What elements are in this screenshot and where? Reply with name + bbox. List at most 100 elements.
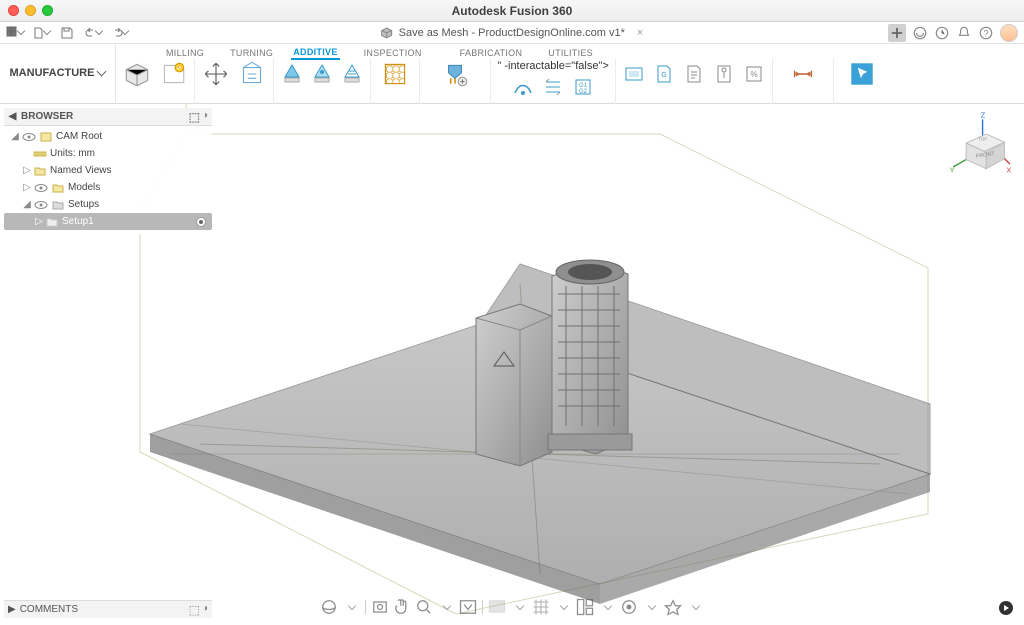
twisty-icon[interactable]: ◢ (22, 199, 32, 210)
extensions-icon[interactable] (912, 25, 928, 41)
simulate-icon[interactable] (541, 75, 565, 99)
redo-button[interactable] (106, 23, 132, 43)
post-process-icon[interactable]: G1G2 (571, 75, 595, 99)
twisty-icon[interactable]: ◢ (10, 131, 20, 142)
grid-menu[interactable] (553, 597, 573, 617)
save-button[interactable] (54, 23, 80, 43)
browser-options-icon[interactable]: ⬚ (189, 110, 200, 124)
timeline-toggle-icon[interactable] (998, 600, 1014, 616)
comments-title: COMMENTS (20, 604, 78, 615)
tree-units[interactable]: Units: mm (4, 145, 212, 162)
tree-setup1[interactable]: ▷ Setup1 (4, 213, 212, 230)
workspace-switcher[interactable]: MANUFACTURE (0, 44, 116, 102)
print-setting-2-icon[interactable] (310, 62, 334, 86)
inspect-icon[interactable] (788, 60, 818, 88)
visibility-icon[interactable] (34, 198, 48, 212)
document-cube-icon (381, 27, 393, 39)
manage-percent-icon[interactable]: % (742, 62, 766, 86)
move-icon[interactable] (201, 60, 231, 88)
active-setup-radio[interactable] (196, 217, 206, 227)
tree-units-label: Units: mm (50, 148, 95, 159)
tree-setup1-label: Setup1 (62, 216, 94, 227)
tree-root[interactable]: ◢ CAM Root (4, 128, 212, 145)
tree-models-label: Models (68, 182, 100, 193)
navigation-bar (313, 596, 711, 618)
notifications-icon[interactable] (956, 25, 972, 41)
twisty-icon[interactable]: ▷ (22, 165, 32, 176)
mac-titlebar: Autodesk Fusion 360 (0, 0, 1024, 22)
fit-icon[interactable] (458, 597, 478, 617)
object-visibility-icon[interactable] (663, 597, 683, 617)
generate-icon[interactable] (511, 75, 535, 99)
user-avatar[interactable] (1000, 24, 1018, 42)
axis-x-label: X (1006, 165, 1011, 174)
help-icon[interactable]: ? (978, 25, 994, 41)
job-status-icon[interactable] (934, 25, 950, 41)
setup-sheet-icon[interactable] (158, 60, 188, 88)
tree-root-label: CAM Root (56, 131, 102, 142)
display-settings-icon[interactable] (487, 597, 507, 617)
browser-panel: ◀ BROWSER ⬚ ◑ ◢ CAM Root Units: mm ▷ (4, 108, 212, 234)
zoom-menu[interactable] (436, 597, 456, 617)
quick-access-toolbar: Save as Mesh - ProductDesignOnline.com v… (0, 22, 1024, 44)
app-menu-button[interactable] (2, 23, 28, 43)
manage-tools-icon[interactable] (682, 62, 706, 86)
viewport[interactable]: ◀ BROWSER ⬚ ◑ ◢ CAM Root Units: mm ▷ (0, 104, 1024, 622)
comments-pin-icon[interactable]: ◑ (202, 603, 208, 617)
document-tab-close-icon[interactable]: × (637, 27, 643, 39)
tree-named-views-label: Named Views (50, 165, 112, 176)
tree-named-views[interactable]: ▷ Named Views (4, 162, 212, 179)
viewcube-top-label: TOP (978, 136, 987, 141)
axis-z-label: Z (981, 110, 986, 119)
tree-setups[interactable]: ◢ Setups (4, 196, 212, 213)
browser-header[interactable]: ◀ BROWSER ⬚ ◑ (4, 108, 212, 126)
twisty-icon[interactable]: ▷ (34, 216, 44, 227)
svg-text:?: ? (983, 28, 988, 38)
manage-1-icon[interactable] (622, 62, 646, 86)
grid-settings-icon[interactable] (531, 597, 551, 617)
object-visibility-menu[interactable] (685, 597, 705, 617)
folder-icon (33, 164, 47, 178)
twisty-icon[interactable]: ▷ (22, 182, 32, 193)
display-menu[interactable] (509, 597, 529, 617)
browser-collapse-icon[interactable]: ◀ (8, 112, 17, 121)
manage-task-icon[interactable] (712, 62, 736, 86)
visibility-icon[interactable] (34, 181, 48, 195)
pan-icon[interactable] (392, 597, 412, 617)
comments-expand-icon[interactable]: ▶ (8, 604, 16, 615)
workspace-switcher-label: MANUFACTURE (10, 67, 95, 79)
axis-y-label: Y (950, 165, 955, 174)
orbit-menu[interactable] (341, 597, 361, 617)
orbit-icon[interactable] (319, 597, 339, 617)
folder-icon (51, 198, 65, 212)
document-tab[interactable]: Save as Mesh - ProductDesignOnline.com v… (381, 27, 644, 39)
file-menu-button[interactable] (28, 23, 54, 43)
svg-text:%: % (750, 70, 757, 79)
browser-pin-icon[interactable]: ◑ (202, 110, 208, 124)
select-icon[interactable] (847, 60, 877, 88)
zoom-icon[interactable] (414, 597, 434, 617)
manage-nc-icon[interactable]: G (652, 62, 676, 86)
print-setting-3-icon[interactable] (340, 62, 364, 86)
print-setting-1-icon[interactable] (280, 62, 304, 86)
look-at-icon[interactable] (370, 597, 390, 617)
window-title: Autodesk Fusion 360 (0, 4, 1024, 18)
viewcube[interactable]: Z FRONT TOP Y X (946, 112, 1010, 176)
supports-icon[interactable] (440, 60, 470, 88)
effects-menu[interactable] (641, 597, 661, 617)
comments-panel[interactable]: ▶ COMMENTS ⬚ ◑ (4, 600, 212, 618)
visibility-icon[interactable] (22, 130, 36, 144)
viewport-layout-icon[interactable] (575, 597, 595, 617)
new-setup-icon[interactable] (122, 60, 152, 88)
tree-setups-label: Setups (68, 199, 99, 210)
new-tab-button[interactable] (888, 24, 906, 42)
folder-icon (51, 181, 65, 195)
viewport-menu[interactable] (597, 597, 617, 617)
undo-button[interactable] (80, 23, 106, 43)
tree-models[interactable]: ▷ Models (4, 179, 212, 196)
effects-icon[interactable] (619, 597, 639, 617)
infill-icon[interactable] (380, 60, 410, 88)
document-tab-title: Save as Mesh - ProductDesignOnline.com v… (399, 27, 625, 39)
auto-orient-icon[interactable] (237, 60, 267, 88)
comments-options-icon[interactable]: ⬚ (189, 603, 200, 617)
